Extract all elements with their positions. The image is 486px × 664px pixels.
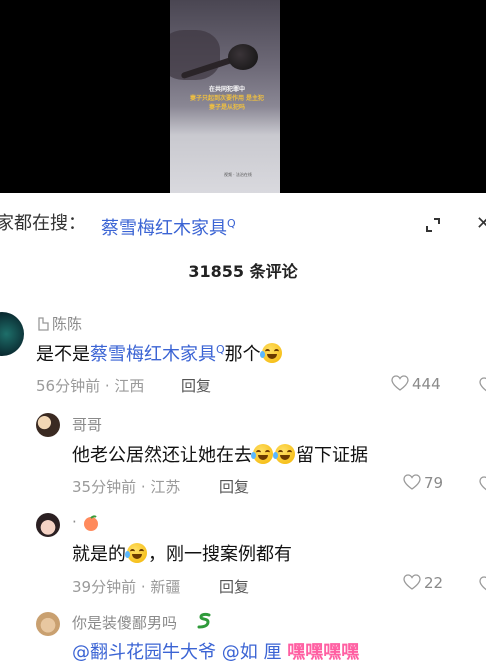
comment-text: 是不是蔡雪梅红木家具Q那个 — [36, 340, 283, 366]
comment-text: 他老公居然还让她在去 留下证据 — [72, 441, 368, 467]
video-watermark: 视频 · 法治在线 — [224, 172, 252, 177]
author-badge-icon — [38, 317, 49, 331]
snake-emoji-icon — [197, 612, 211, 629]
gavel-head-shape — [228, 44, 258, 70]
comment-username[interactable]: 你是装傻鄙男吗 — [72, 612, 177, 633]
heart-icon[interactable] — [479, 576, 486, 592]
reply-button[interactable]: 回复 — [219, 576, 249, 597]
comment-username[interactable]: 陈陈 — [52, 313, 82, 334]
comment-text-part: 就是的 — [72, 544, 126, 565]
avatar[interactable] — [0, 312, 24, 356]
comment-time-location: 35分钟前 · 江苏 — [72, 478, 181, 496]
search-term-text: 蔡雪梅红木家具 — [101, 218, 227, 239]
like-count: 444 — [412, 375, 441, 393]
comment-text: @翻斗花园牛大爷 @如 厘 嘿嘿嘿嘿 — [72, 638, 359, 664]
avatar[interactable] — [36, 413, 60, 437]
comment-text-part: 是不是 — [36, 344, 90, 365]
like-count: 79 — [424, 474, 444, 492]
comment-text-part: 留下证据 — [296, 445, 368, 466]
avatar[interactable] — [36, 513, 60, 537]
like-button[interactable]: 444 — [391, 375, 441, 393]
comment-username[interactable]: · — [72, 513, 77, 531]
comment-search-link-text: 蔡雪梅红木家具 — [90, 344, 216, 365]
comment-count-title: 31855 条评论 — [188, 262, 298, 281]
comment-time-location: 39分钟前 · 新疆 — [72, 578, 181, 596]
comment-search-link[interactable]: 蔡雪梅红木家具Q — [90, 343, 225, 365]
comment-text: 就是的 ，刚一搜案例都有 — [72, 540, 292, 566]
laughing-emoji-icon — [273, 444, 295, 464]
laughing-emoji-icon — [259, 343, 282, 363]
comment-text-part: 嘿嘿嘿嘿 — [287, 642, 360, 663]
comment-text-part: 他老公居然还让她在去 — [72, 445, 252, 466]
video-subtitle: 妻子只起到次要作用 是主犯 — [189, 95, 265, 102]
laughing-emoji-icon — [251, 444, 273, 464]
search-prefix-label: 家都在搜： — [0, 213, 86, 234]
heart-icon[interactable] — [479, 476, 486, 492]
laughing-emoji-icon — [125, 543, 147, 563]
peach-icon — [84, 515, 98, 531]
like-button[interactable]: 22 — [403, 574, 443, 592]
comment-text-part: 那个 — [224, 344, 261, 365]
video-subtitle: 妻子是从犯吗 — [208, 104, 245, 111]
video-subtitle: 在共同犯罪中 — [208, 86, 245, 93]
close-icon[interactable]: ✕ — [476, 214, 486, 234]
search-q-icon: Q — [227, 217, 236, 230]
comment-time-location: 56分钟前 · 江西 — [36, 377, 145, 395]
like-count: 22 — [424, 574, 444, 592]
search-q-icon: Q — [216, 343, 225, 356]
avatar[interactable] — [36, 612, 60, 636]
mention-link[interactable]: @翻斗花园牛大爷 — [72, 642, 216, 663]
heart-icon — [403, 574, 421, 590]
reply-button[interactable]: 回复 — [181, 375, 211, 396]
expand-icon[interactable] — [423, 215, 443, 235]
like-button[interactable]: 79 — [403, 474, 443, 492]
comment-text-part: ，刚一搜案例都有 — [148, 544, 292, 565]
search-suggestion-link[interactable]: 蔡雪梅红木家具Q — [101, 210, 236, 243]
mention-link[interactable]: @如 厘 — [222, 642, 282, 663]
heart-icon[interactable] — [479, 377, 486, 393]
comment-username[interactable]: 哥哥 — [72, 414, 102, 435]
video-thumbnail[interactable]: 在共同犯罪中 妻子只起到次要作用 是主犯 妻子是从犯吗 视频 · 法治在线 — [170, 0, 280, 193]
heart-icon — [391, 375, 409, 391]
reply-button[interactable]: 回复 — [219, 476, 249, 497]
video-player[interactable]: 在共同犯罪中 妻子只起到次要作用 是主犯 妻子是从犯吗 视频 · 法治在线 — [0, 0, 486, 193]
heart-icon — [403, 474, 421, 490]
search-suggestion-row: 家都在搜： 蔡雪梅红木家具Q — [0, 210, 486, 239]
